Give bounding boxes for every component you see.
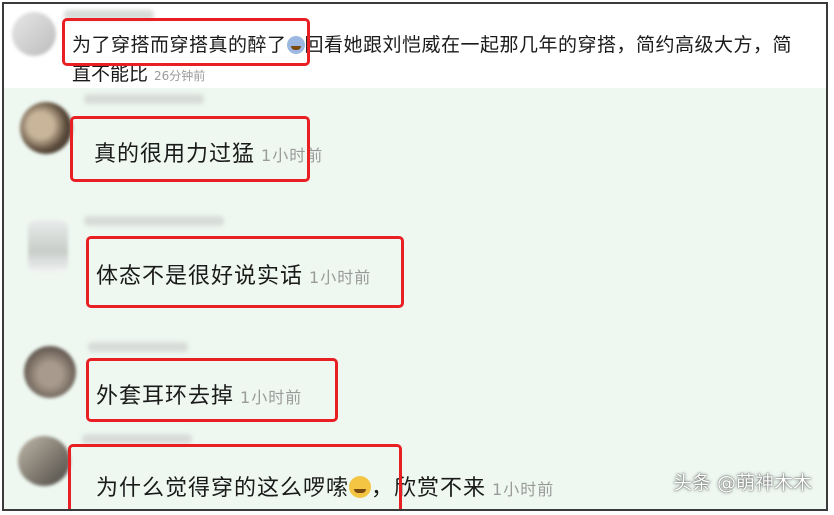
- highlight-box-top: [62, 18, 310, 66]
- top-comment-text-part3: 直不能比: [72, 63, 149, 85]
- watermark: 头条 @萌神木木: [672, 472, 812, 494]
- reply-3-avatar[interactable]: [24, 346, 76, 398]
- reply-1-avatar[interactable]: [20, 102, 72, 154]
- highlight-box-reply-3: [86, 358, 338, 422]
- reply-4-time: 1小时前: [492, 480, 555, 499]
- reply-2-avatar[interactable]: [28, 220, 68, 272]
- top-comment: 为了穿搭而穿搭真的醉了 回看她跟刘恺威在一起那几年的穿搭，简约高级大方，简 直不能…: [4, 4, 826, 88]
- reply-4-name: [82, 434, 192, 444]
- reply-2-name: [84, 216, 224, 226]
- top-comment-time: 26分钟前: [154, 69, 206, 83]
- reply-thread: 真的很用力过猛 1小时前 体态不是很好说实话 1小时前 外套耳环去掉 1小时前 为什么…: [4, 88, 826, 509]
- reply-4-avatar[interactable]: [18, 436, 70, 486]
- comment-screenshot: 为了穿搭而穿搭真的醉了 回看她跟刘恺威在一起那几年的穿搭，简约高级大方，简 直不能…: [2, 2, 828, 511]
- highlight-box-reply-2: [86, 236, 404, 308]
- top-comment-text-part2: 回看她跟刘恺威在一起那几年的穿搭，简约高级大方，简: [304, 34, 793, 56]
- reply-3-name: [88, 342, 188, 352]
- highlight-box-reply-4: [68, 444, 402, 509]
- top-commenter-avatar[interactable]: [12, 12, 56, 56]
- reply-1-name: [84, 94, 204, 104]
- highlight-box-reply-1: [70, 116, 310, 182]
